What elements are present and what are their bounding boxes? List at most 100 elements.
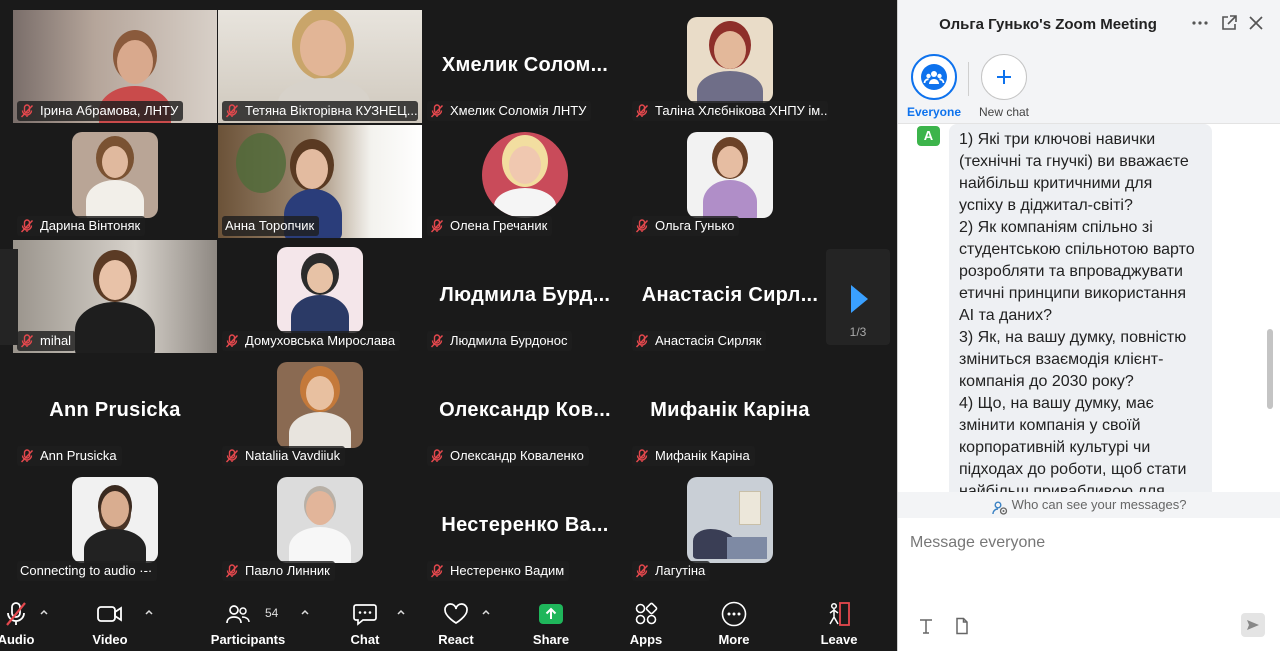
- text-format-icon[interactable]: [917, 617, 935, 635]
- participant-name: Хмелик Соломія ЛНТУ: [450, 103, 587, 118]
- audio-label: Audio: [0, 632, 35, 647]
- react-options-chevron-icon[interactable]: [481, 607, 491, 617]
- participant-name: Анастасія Сирляк: [655, 333, 762, 348]
- scrollbar-thumb[interactable]: [1267, 329, 1273, 409]
- participants-label: Participants: [210, 632, 286, 647]
- close-icon[interactable]: [1247, 14, 1265, 32]
- participant-name: Нестеренко Вадим: [450, 563, 565, 578]
- send-icon: [1247, 620, 1259, 630]
- muted-mic-icon: [635, 219, 649, 233]
- participant-nameplate: Ірина Абрамова, ЛНТУ: [17, 101, 184, 121]
- plus-icon: [981, 54, 1027, 100]
- participant-name: Таліна Хлєбнікова ХНПУ ім...: [655, 103, 828, 118]
- participant-tile-active-speaker[interactable]: Анна Торопчик: [218, 125, 422, 238]
- participant-tile[interactable]: Таліна Хлєбнікова ХНПУ ім...: [628, 10, 832, 123]
- participant-tile[interactable]: Ольга Гунько: [628, 125, 832, 238]
- participant-name: Дарина Вінтоняк: [40, 218, 141, 233]
- participants-button[interactable]: 54 Participants: [208, 589, 288, 651]
- apps-label: Apps: [629, 632, 663, 647]
- participant-tile[interactable]: Ірина Абрамова, ЛНТУ: [13, 10, 217, 123]
- participant-tile[interactable]: Олена Гречаник: [423, 125, 627, 238]
- more-options-icon[interactable]: [1191, 14, 1209, 32]
- participant-display-name: Анастасія Сирл...: [641, 284, 819, 306]
- muted-mic-icon: [635, 104, 649, 118]
- participant-name: Олександр Коваленко: [450, 448, 584, 463]
- participant-nameplate: Ольга Гунько: [632, 216, 740, 236]
- participant-name: Лагутіна: [655, 563, 706, 578]
- everyone-label: Everyone: [906, 105, 962, 119]
- muted-mic-icon: [430, 334, 444, 348]
- audio-button[interactable]: Audio: [0, 589, 44, 651]
- file-attach-icon[interactable]: [953, 617, 971, 635]
- participant-nameplate: Домуховська Мирослава: [222, 331, 401, 351]
- participant-nameplate: Таліна Хлєбнікова ХНПУ ім...: [632, 101, 828, 121]
- next-page-button[interactable]: 1/3: [826, 249, 890, 345]
- participant-tile[interactable]: Олександр Ков... Олександр Коваленко: [423, 355, 627, 468]
- muted-mic-icon: [225, 334, 239, 348]
- leave-button[interactable]: Leave: [812, 589, 866, 651]
- participant-tile[interactable]: Nataliia Vavdiiuk: [218, 355, 422, 468]
- new-chat-button[interactable]: New chat: [972, 54, 1036, 119]
- muted-mic-icon: [635, 449, 649, 463]
- profile-photo: [687, 131, 773, 218]
- more-label: More: [718, 632, 750, 647]
- participant-tile[interactable]: Анастасія Сирл... Анастасія Сирляк: [628, 240, 832, 353]
- muted-mic-icon: [430, 564, 444, 578]
- message-input[interactable]: [910, 528, 1265, 558]
- send-button[interactable]: [1241, 613, 1265, 637]
- participant-name: Людмила Бурдонос: [450, 333, 568, 348]
- participant-display-name: Нестеренко Ва...: [441, 514, 609, 536]
- more-button[interactable]: More: [708, 589, 760, 651]
- pop-out-icon[interactable]: [1220, 14, 1238, 32]
- participant-tile[interactable]: mihal: [13, 240, 217, 353]
- video-options-chevron-icon[interactable]: [144, 607, 154, 617]
- chat-bubble-icon: [340, 601, 390, 627]
- zoom-window: Ірина Абрамова, ЛНТУ Тетяна Вікторівна К…: [0, 0, 1280, 651]
- participant-nameplate: Лагутіна: [632, 561, 711, 581]
- participant-tile[interactable]: Тетяна Вікторівна КУЗНЕЦ...: [218, 10, 422, 123]
- participant-name: Павло Линник: [245, 563, 330, 578]
- participant-tile[interactable]: Ann Prusicka Ann Prusicka: [13, 355, 217, 468]
- participant-nameplate: Мифанік Каріна: [632, 446, 755, 466]
- participants-options-chevron-icon[interactable]: [300, 607, 310, 617]
- participant-name: Мифанік Каріна: [655, 448, 750, 463]
- apps-grid-icon: [620, 601, 672, 627]
- participant-nameplate: Анна Торопчик: [222, 216, 320, 236]
- page-indicator: 1/3: [849, 325, 867, 339]
- plant-decoration: [236, 133, 286, 193]
- message-visibility-link[interactable]: Who can see your messages?: [898, 492, 1280, 518]
- muted-mic-icon: [20, 334, 34, 348]
- participant-tile[interactable]: Лагутіна: [628, 470, 832, 583]
- chat-options-chevron-icon[interactable]: [396, 607, 406, 617]
- previous-page-button[interactable]: [0, 249, 18, 345]
- participant-tile[interactable]: Людмила Бурд... Людмила Бурдонос: [423, 240, 627, 353]
- chat-button[interactable]: Chat: [340, 589, 390, 651]
- chat-title: Ольга Гунько's Zoom Meeting: [939, 16, 1157, 33]
- divider: [968, 62, 969, 96]
- audio-options-chevron-icon[interactable]: [39, 607, 49, 617]
- participant-name: Ann Prusicka: [40, 448, 117, 463]
- share-button[interactable]: Share: [524, 589, 578, 651]
- chat-panel: Ольга Гунько's Zoom Meeting Everyone New…: [897, 0, 1280, 651]
- meeting-toolbar: Audio Video 54 Participants Chat React S…: [0, 589, 897, 651]
- message-composer: [898, 518, 1280, 651]
- video-button[interactable]: Video: [80, 589, 140, 651]
- visibility-text: Who can see your messages?: [1011, 497, 1187, 512]
- apps-button[interactable]: Apps: [620, 589, 672, 651]
- participant-tile[interactable]: Мифанік Каріна Мифанік Каріна: [628, 355, 832, 468]
- participant-tile[interactable]: Connecting to audio ·-·: [13, 470, 217, 583]
- participant-tile[interactable]: Нестеренко Ва... Нестеренко Вадим: [423, 470, 627, 583]
- participant-nameplate: Олександр Коваленко: [427, 446, 589, 466]
- recipient-everyone[interactable]: Everyone: [902, 54, 966, 119]
- participant-tile[interactable]: Домуховська Мирослава: [218, 240, 422, 353]
- participant-name: Олена Гречаник: [450, 218, 548, 233]
- participant-name: Ірина Абрамова, ЛНТУ: [40, 103, 179, 118]
- react-button[interactable]: React: [430, 589, 482, 651]
- muted-mic-icon: [430, 219, 444, 233]
- participant-nameplate: Хмелик Соломія ЛНТУ: [427, 101, 592, 121]
- participant-tile[interactable]: Павло Линник: [218, 470, 422, 583]
- participant-nameplate: Олена Гречаник: [427, 216, 553, 236]
- participant-tile[interactable]: Дарина Вінтоняк: [13, 125, 217, 238]
- participant-tile[interactable]: Хмелик Солом... Хмелик Соломія ЛНТУ: [423, 10, 627, 123]
- participant-nameplate: Нестеренко Вадим: [427, 561, 570, 581]
